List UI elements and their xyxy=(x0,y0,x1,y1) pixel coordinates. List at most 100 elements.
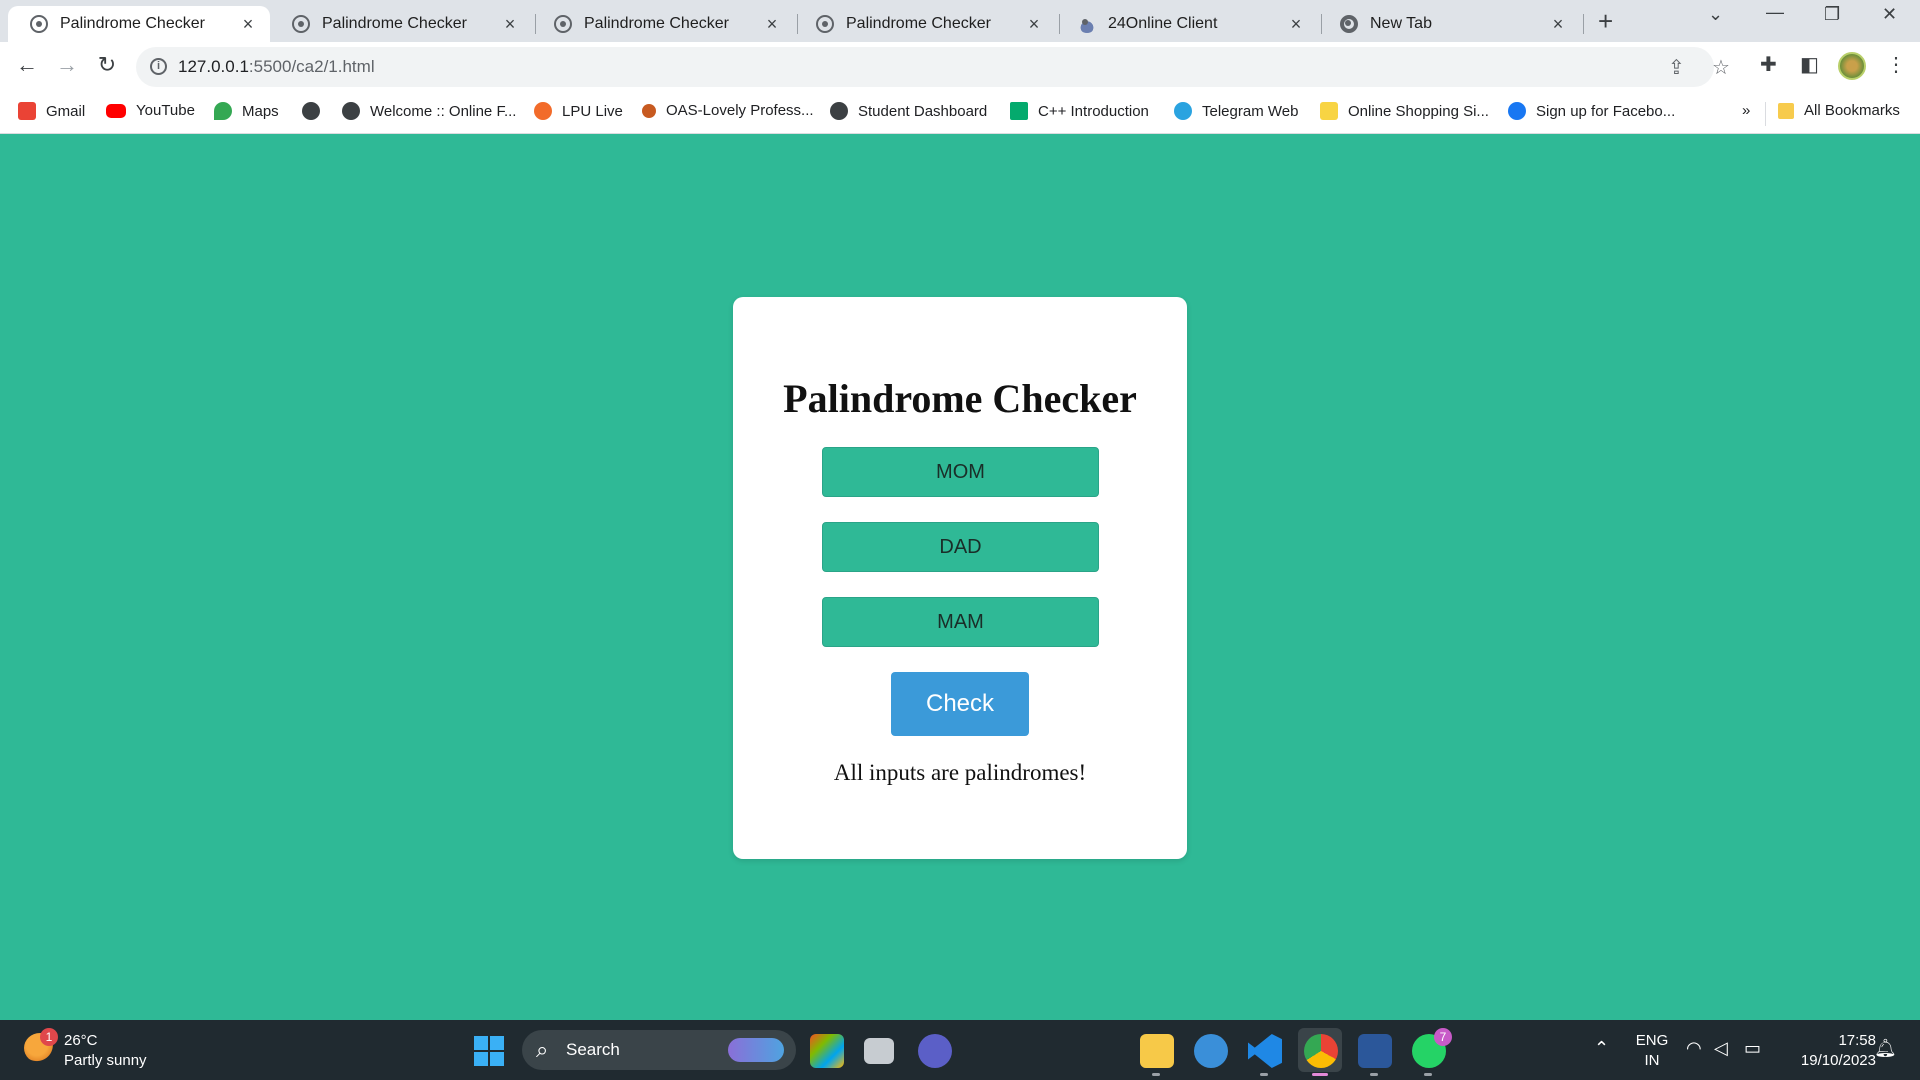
palindrome-card: Palindrome Checker Check All inputs are … xyxy=(733,297,1187,859)
menu-icon[interactable]: ⋮ xyxy=(1886,52,1906,77)
bookmark-youtube[interactable]: YouTube xyxy=(106,102,195,119)
url-text[interactable]: 127.0.0.1:5500/ca2/1.html xyxy=(178,57,375,77)
copilot-icon[interactable] xyxy=(810,1034,844,1068)
bookmark-cpp-intro[interactable]: C++ Introduction xyxy=(1010,102,1149,120)
bookmarks-bar: Gmail YouTube Maps Welcome :: Online F..… xyxy=(0,92,1920,134)
url-path: :5500/ca2/1.html xyxy=(248,57,375,76)
search-icon: ⌕ xyxy=(536,1037,549,1062)
side-panel-icon[interactable]: ◧ xyxy=(1800,52,1819,77)
tab-palindrome-4[interactable]: Palindrome Checker × xyxy=(794,6,1056,42)
tab-palindrome-3[interactable]: Palindrome Checker × xyxy=(532,6,794,42)
window-close-icon[interactable]: ✕ xyxy=(1882,4,1897,25)
tab-new-tab[interactable]: New Tab × xyxy=(1318,6,1580,42)
bookmarks-separator xyxy=(1765,102,1766,126)
bookmark-gmail[interactable]: Gmail xyxy=(18,102,85,120)
notification-bell-icon[interactable]: 🔔︎ xyxy=(1874,1038,1897,1059)
url-host: 127.0.0.1 xyxy=(178,57,249,76)
bookmark-lpu-live[interactable]: LPU Live xyxy=(534,102,623,120)
tab-title: Palindrome Checker xyxy=(60,15,205,32)
start-icon[interactable] xyxy=(474,1036,504,1066)
tab-palindrome-2[interactable]: Palindrome Checker × xyxy=(270,6,532,42)
word-icon[interactable] xyxy=(1358,1034,1392,1068)
tab-title: New Tab xyxy=(1370,15,1432,32)
tab-title: Palindrome Checker xyxy=(584,15,729,32)
tab-palindrome-1[interactable]: Palindrome Checker × xyxy=(8,6,270,42)
teams-icon[interactable] xyxy=(918,1034,952,1068)
tab-title: 24Online Client xyxy=(1108,15,1218,32)
broadcast-icon xyxy=(292,15,310,33)
language-top[interactable]: ENG xyxy=(1632,1032,1672,1049)
site-info-icon[interactable]: i xyxy=(150,58,167,75)
extensions-icon[interactable]: ✚ xyxy=(1760,52,1777,77)
close-icon[interactable]: × xyxy=(1024,14,1044,35)
flipkart-icon xyxy=(1320,102,1338,120)
bookmark-label: OAS-Lovely Profess... xyxy=(666,102,814,119)
bookmark-facebook[interactable]: Sign up for Facebo... xyxy=(1508,102,1675,120)
close-icon[interactable]: × xyxy=(500,14,520,35)
bookmark-label: YouTube xyxy=(136,102,195,119)
bookmark-label: LPU Live xyxy=(562,102,623,120)
vscode-icon[interactable] xyxy=(1248,1034,1282,1068)
address-bar[interactable]: i 127.0.0.1:5500/ca2/1.html ⇪ ☆ xyxy=(136,47,1730,87)
bookmark-online-shopping[interactable]: Online Shopping Si... xyxy=(1320,102,1489,120)
restore-icon[interactable]: ❐ xyxy=(1824,4,1840,25)
w3schools-icon xyxy=(1010,102,1028,120)
bookmark-maps[interactable]: Maps xyxy=(214,102,279,120)
all-bookmarks-button[interactable]: All Bookmarks xyxy=(1778,102,1900,119)
lpu-live-icon xyxy=(534,102,552,120)
bookmark-welcome-online[interactable]: Welcome :: Online F... xyxy=(342,102,516,120)
close-icon[interactable]: × xyxy=(1286,14,1306,35)
bookmark-star-icon[interactable]: ☆ xyxy=(1712,55,1730,80)
check-button[interactable]: Check xyxy=(891,672,1029,736)
profile-avatar[interactable] xyxy=(1838,52,1866,80)
globe-icon xyxy=(342,102,360,120)
tab-search-icon[interactable]: ⌄ xyxy=(1708,4,1723,25)
youtube-icon xyxy=(106,103,126,118)
battery-icon[interactable]: ▭ xyxy=(1744,1038,1761,1059)
close-icon[interactable]: × xyxy=(238,14,258,35)
bookmark-label: Gmail xyxy=(46,102,86,120)
close-icon[interactable]: × xyxy=(1548,14,1568,35)
clock-date[interactable]: 19/10/2023 xyxy=(1776,1052,1876,1069)
search-highlight-icon xyxy=(728,1038,784,1062)
new-tab-button[interactable]: + xyxy=(1598,6,1613,37)
volume-icon[interactable]: ◁ xyxy=(1714,1038,1728,1059)
palindrome-input-2[interactable] xyxy=(822,522,1099,572)
minimize-icon[interactable]: — xyxy=(1766,2,1784,23)
close-icon[interactable]: × xyxy=(762,14,782,35)
help-icon[interactable] xyxy=(1194,1034,1228,1068)
language-bottom[interactable]: IN xyxy=(1632,1052,1672,1069)
chrome-icon[interactable] xyxy=(1304,1034,1338,1068)
file-explorer-icon[interactable] xyxy=(1140,1034,1174,1068)
broadcast-icon xyxy=(816,15,834,33)
bookmark-label: Student Dashboard xyxy=(858,102,988,120)
bookmark-telegram[interactable]: Telegram Web xyxy=(1174,102,1298,120)
bookmarks-overflow-button[interactable]: » xyxy=(1742,102,1750,119)
bookmark-student-dashboard[interactable]: Student Dashboard xyxy=(830,102,987,120)
forward-icon[interactable]: → xyxy=(52,52,82,78)
bookmark-label: Telegram Web xyxy=(1202,102,1299,120)
bookmark-oas-lovely[interactable]: OAS-Lovely Profess... xyxy=(642,102,814,119)
chevron-up-icon[interactable]: ⌃ xyxy=(1594,1038,1609,1059)
palindrome-input-3[interactable] xyxy=(822,597,1099,647)
bookmark-label: C++ Introduction xyxy=(1038,102,1149,120)
share-icon[interactable]: ⇪ xyxy=(1668,55,1685,80)
clock-time[interactable]: 17:58 xyxy=(1776,1032,1876,1049)
reload-icon[interactable]: ↻ xyxy=(92,52,122,78)
chrome-icon xyxy=(1340,15,1358,33)
tab-24online[interactable]: 24Online Client × xyxy=(1056,6,1318,42)
telegram-icon xyxy=(1174,102,1192,120)
weather-temperature[interactable]: 26°C xyxy=(64,1032,98,1049)
taskbar-search[interactable]: ⌕ Search xyxy=(522,1030,796,1070)
task-view-icon[interactable] xyxy=(864,1038,894,1064)
broadcast-icon xyxy=(554,15,572,33)
bookmark-globe[interactable] xyxy=(302,102,330,120)
weather-description[interactable]: Partly sunny xyxy=(64,1052,147,1069)
palindrome-input-1[interactable] xyxy=(822,447,1099,497)
broadcast-icon xyxy=(30,15,48,33)
globe-icon xyxy=(830,102,848,120)
wifi-icon[interactable]: ◠ xyxy=(1686,1038,1702,1059)
facebook-icon xyxy=(1508,102,1526,120)
weather-badge: 1 xyxy=(40,1028,58,1046)
back-icon[interactable]: ← xyxy=(12,52,42,78)
